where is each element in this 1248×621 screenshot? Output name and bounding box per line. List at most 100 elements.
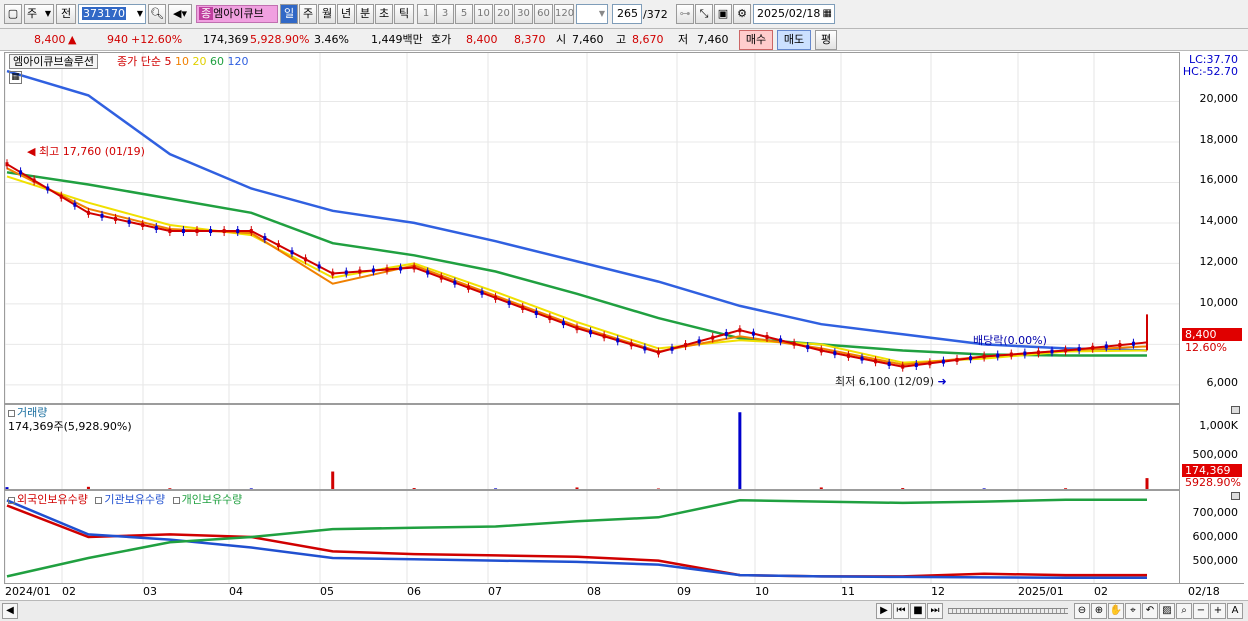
image-icon[interactable]: ▨ [1159, 603, 1175, 619]
candle-body [697, 339, 701, 344]
zoom-slider[interactable] [948, 608, 1068, 614]
candle-body [955, 357, 959, 362]
buy-button[interactable]: 매수 [739, 30, 773, 50]
x-tick: 2024/01 [5, 585, 51, 598]
zoom-in-icon[interactable]: ⊕ [1091, 603, 1107, 619]
maximize-icon[interactable] [1231, 492, 1240, 500]
link-icon[interactable]: ⊶ [676, 4, 694, 24]
x-tick: 04 [229, 585, 243, 598]
x-tick: 10 [755, 585, 769, 598]
plus-icon[interactable]: + [1210, 603, 1226, 619]
y-tick: 16,000 [1199, 173, 1239, 186]
price-y-axis: LC:37.70 HC:-52.70 20,000 18,000 16,000 … [1180, 52, 1244, 404]
interval-120-button[interactable]: 120 [554, 4, 574, 24]
market-select[interactable]: 주 ▼ [24, 4, 54, 24]
interval-20-button[interactable]: 20 [494, 4, 513, 24]
x-tick: 02 [62, 585, 76, 598]
fast-forward-icon[interactable]: ⏭ [927, 603, 943, 619]
candle-body [589, 330, 593, 335]
low-annotation: 최저 6,100 (12/09) ➜ [835, 375, 947, 388]
stock-code-value: 373170 [82, 7, 126, 20]
interval-3-button[interactable]: 3 [436, 4, 454, 24]
stop-icon[interactable]: ■ [910, 603, 926, 619]
scroll-right-icon[interactable]: ▶ [876, 603, 892, 619]
draw-tool-icon[interactable]: ⤡ [695, 4, 713, 24]
candle-body [1131, 341, 1135, 346]
ma-legend[interactable]: 종가 단순 5 10 20 60 120 [117, 55, 248, 68]
period-day-button[interactable]: 일 [280, 4, 298, 24]
gear-icon[interactable]: ⚙ [733, 4, 751, 24]
period-second-button[interactable]: 초 [375, 4, 393, 24]
ma120-line [6, 69, 1148, 352]
search-zoom-icon[interactable]: ⌕ [1176, 603, 1192, 619]
holdings-panel[interactable]: 외국인보유수량 기관보유수량 개인보유수량 [4, 490, 1180, 584]
x-tick: 06 [407, 585, 421, 598]
x-tick: 2025/01 [1018, 585, 1064, 598]
speaker-icon[interactable]: ◀︎▾ [168, 4, 192, 24]
candle-body [779, 338, 783, 343]
price-chart [5, 53, 1179, 403]
candle-body [114, 216, 118, 221]
sell-button[interactable]: 매도 [777, 30, 811, 50]
eval-button[interactable]: 평 [815, 30, 837, 50]
volume-bar [412, 488, 416, 489]
zoom-out-icon[interactable]: ⊖ [1074, 603, 1090, 619]
candle-body [466, 285, 470, 290]
interval-5-button[interactable]: 5 [455, 4, 473, 24]
y-tick: 10,000 [1199, 296, 1239, 309]
undo-icon[interactable]: ↶ [1142, 603, 1158, 619]
current-price: 8,400 [34, 33, 66, 46]
stock-label[interactable]: 엠아이큐브솔루션 [9, 54, 98, 69]
hand-icon[interactable]: ✋ [1108, 603, 1124, 619]
volume-bar [901, 488, 905, 489]
candle-body [833, 351, 837, 356]
scroll-left-icon[interactable]: ◀ [2, 603, 18, 619]
candle-body [806, 345, 810, 350]
candle-body [385, 267, 389, 272]
period-minute-button[interactable]: 분 [356, 4, 374, 24]
date-input[interactable]: 2025/02/18 ▦ [753, 4, 835, 24]
candle-body [1009, 352, 1013, 357]
price-chart-panel[interactable]: 엠아이큐브솔루션 종가 단순 5 10 20 60 120 ▦ ◀ 최고 17,… [4, 52, 1180, 404]
chart-scrollbar[interactable]: ◀ ▶ ⏮ ■ ⏭ ⊖ ⊕ ✋ ⌖ ↶ ▨ ⌕ − + A [0, 600, 1248, 621]
date-value: 2025/02/18 [757, 7, 821, 20]
minus-icon[interactable]: − [1193, 603, 1209, 619]
candle-body [711, 335, 715, 340]
retail-legend: 개인보유수량 [181, 493, 243, 506]
stock-name-box[interactable]: 종 엠아이큐브 [196, 5, 278, 23]
prev-button[interactable]: 전 [56, 4, 76, 24]
window-menu-icon[interactable]: ▢ [4, 4, 22, 24]
period-week-button[interactable]: 주 [299, 4, 317, 24]
candle-body [209, 229, 213, 234]
price-change-pct: +12.60% [131, 33, 183, 46]
save-icon[interactable]: ▣ [714, 4, 732, 24]
volume-bar [982, 488, 986, 489]
calculator-icon[interactable]: ▦ [9, 71, 22, 84]
candle-body [1050, 349, 1054, 354]
search-icon[interactable]: 🔍︎ [148, 4, 166, 24]
font-size-icon[interactable]: A [1227, 603, 1243, 619]
interval-60-button[interactable]: 60 [534, 4, 553, 24]
holding-line-2 [6, 499, 1147, 579]
period-tick-button[interactable]: 틱 [394, 4, 414, 24]
interval-1-button[interactable]: 1 [417, 4, 435, 24]
candle-body [168, 229, 172, 234]
interval-10-button[interactable]: 10 [474, 4, 493, 24]
maximize-icon[interactable] [1231, 406, 1240, 414]
period-month-button[interactable]: 월 [318, 4, 336, 24]
custom-interval-select[interactable]: ▼ [576, 4, 608, 24]
interval-30-button[interactable]: 30 [514, 4, 533, 24]
high-price: 8,670 [632, 33, 664, 46]
candle-body [181, 229, 185, 234]
stock-code-input[interactable]: 373170 ▼ [78, 4, 146, 24]
candle-body [480, 290, 484, 295]
page-count-input[interactable]: 265 [612, 4, 642, 24]
volume-bar [1064, 488, 1068, 489]
volume-panel[interactable]: 거래량 174,369주(5,928.90%) [4, 404, 1180, 490]
rewind-icon[interactable]: ⏮ [893, 603, 909, 619]
y-tick: 12,000 [1199, 255, 1239, 268]
period-year-button[interactable]: 년 [337, 4, 355, 24]
pin-icon[interactable]: ⌖ [1125, 603, 1141, 619]
turnover-rate: 3.46% [314, 33, 349, 46]
high-annotation-text: 최고 17,760 (01/19) [38, 145, 145, 158]
